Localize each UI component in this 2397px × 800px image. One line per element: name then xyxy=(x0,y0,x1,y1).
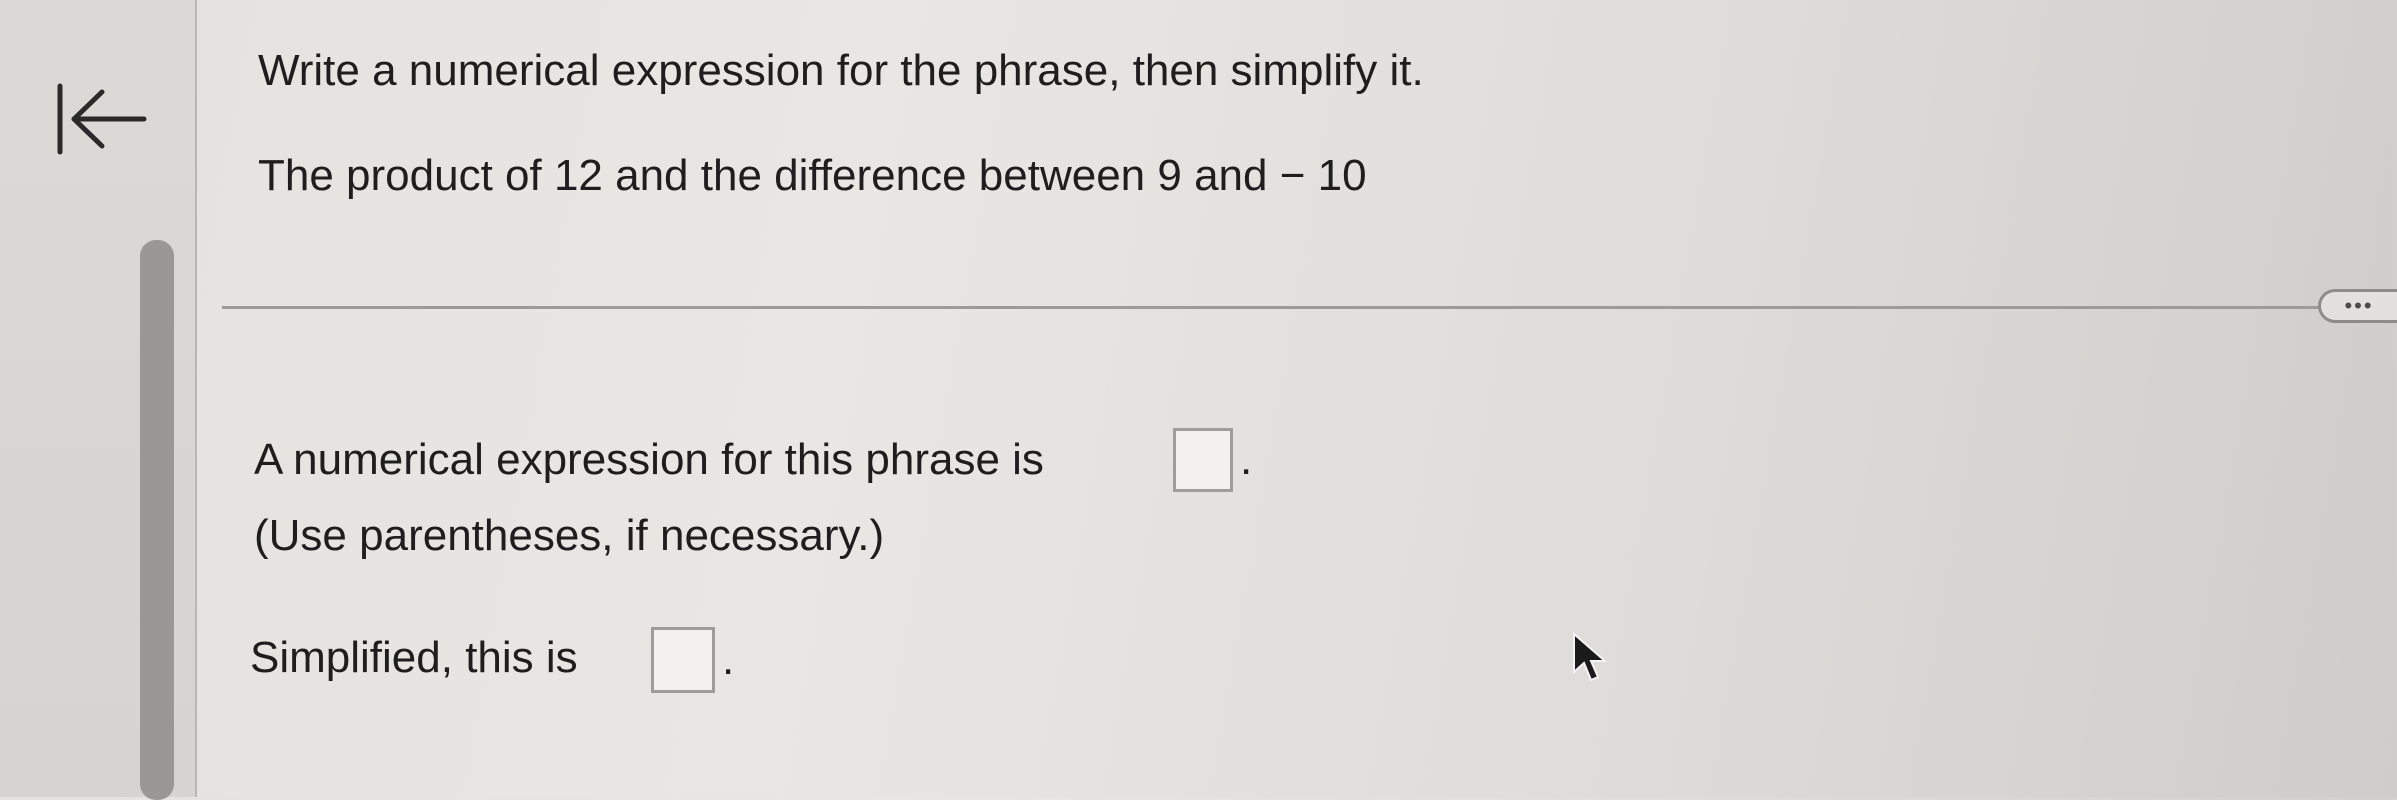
expression-answer-box[interactable] xyxy=(1173,428,1233,492)
left-rail xyxy=(0,0,197,800)
section-divider xyxy=(222,306,2322,309)
simplified-period: . xyxy=(722,635,735,684)
simplified-prompt: Simplified, this is xyxy=(250,633,578,682)
question-phrase: The product of 12 and the difference bet… xyxy=(258,151,1367,200)
scrollbar[interactable] xyxy=(140,240,174,800)
back-button[interactable] xyxy=(52,80,157,160)
more-options-button[interactable]: ••• xyxy=(2318,289,2397,323)
question-instruction: Write a numerical expression for the phr… xyxy=(258,46,1424,95)
expression-period: . xyxy=(1240,435,1253,484)
expression-hint: (Use parentheses, if necessary.) xyxy=(254,511,885,560)
mouse-cursor-icon xyxy=(1573,631,1608,682)
simplified-answer-box[interactable] xyxy=(651,627,715,693)
collapse-left-arrow-icon xyxy=(57,83,147,155)
expression-prompt: A numerical expression for this phrase i… xyxy=(254,435,1044,484)
